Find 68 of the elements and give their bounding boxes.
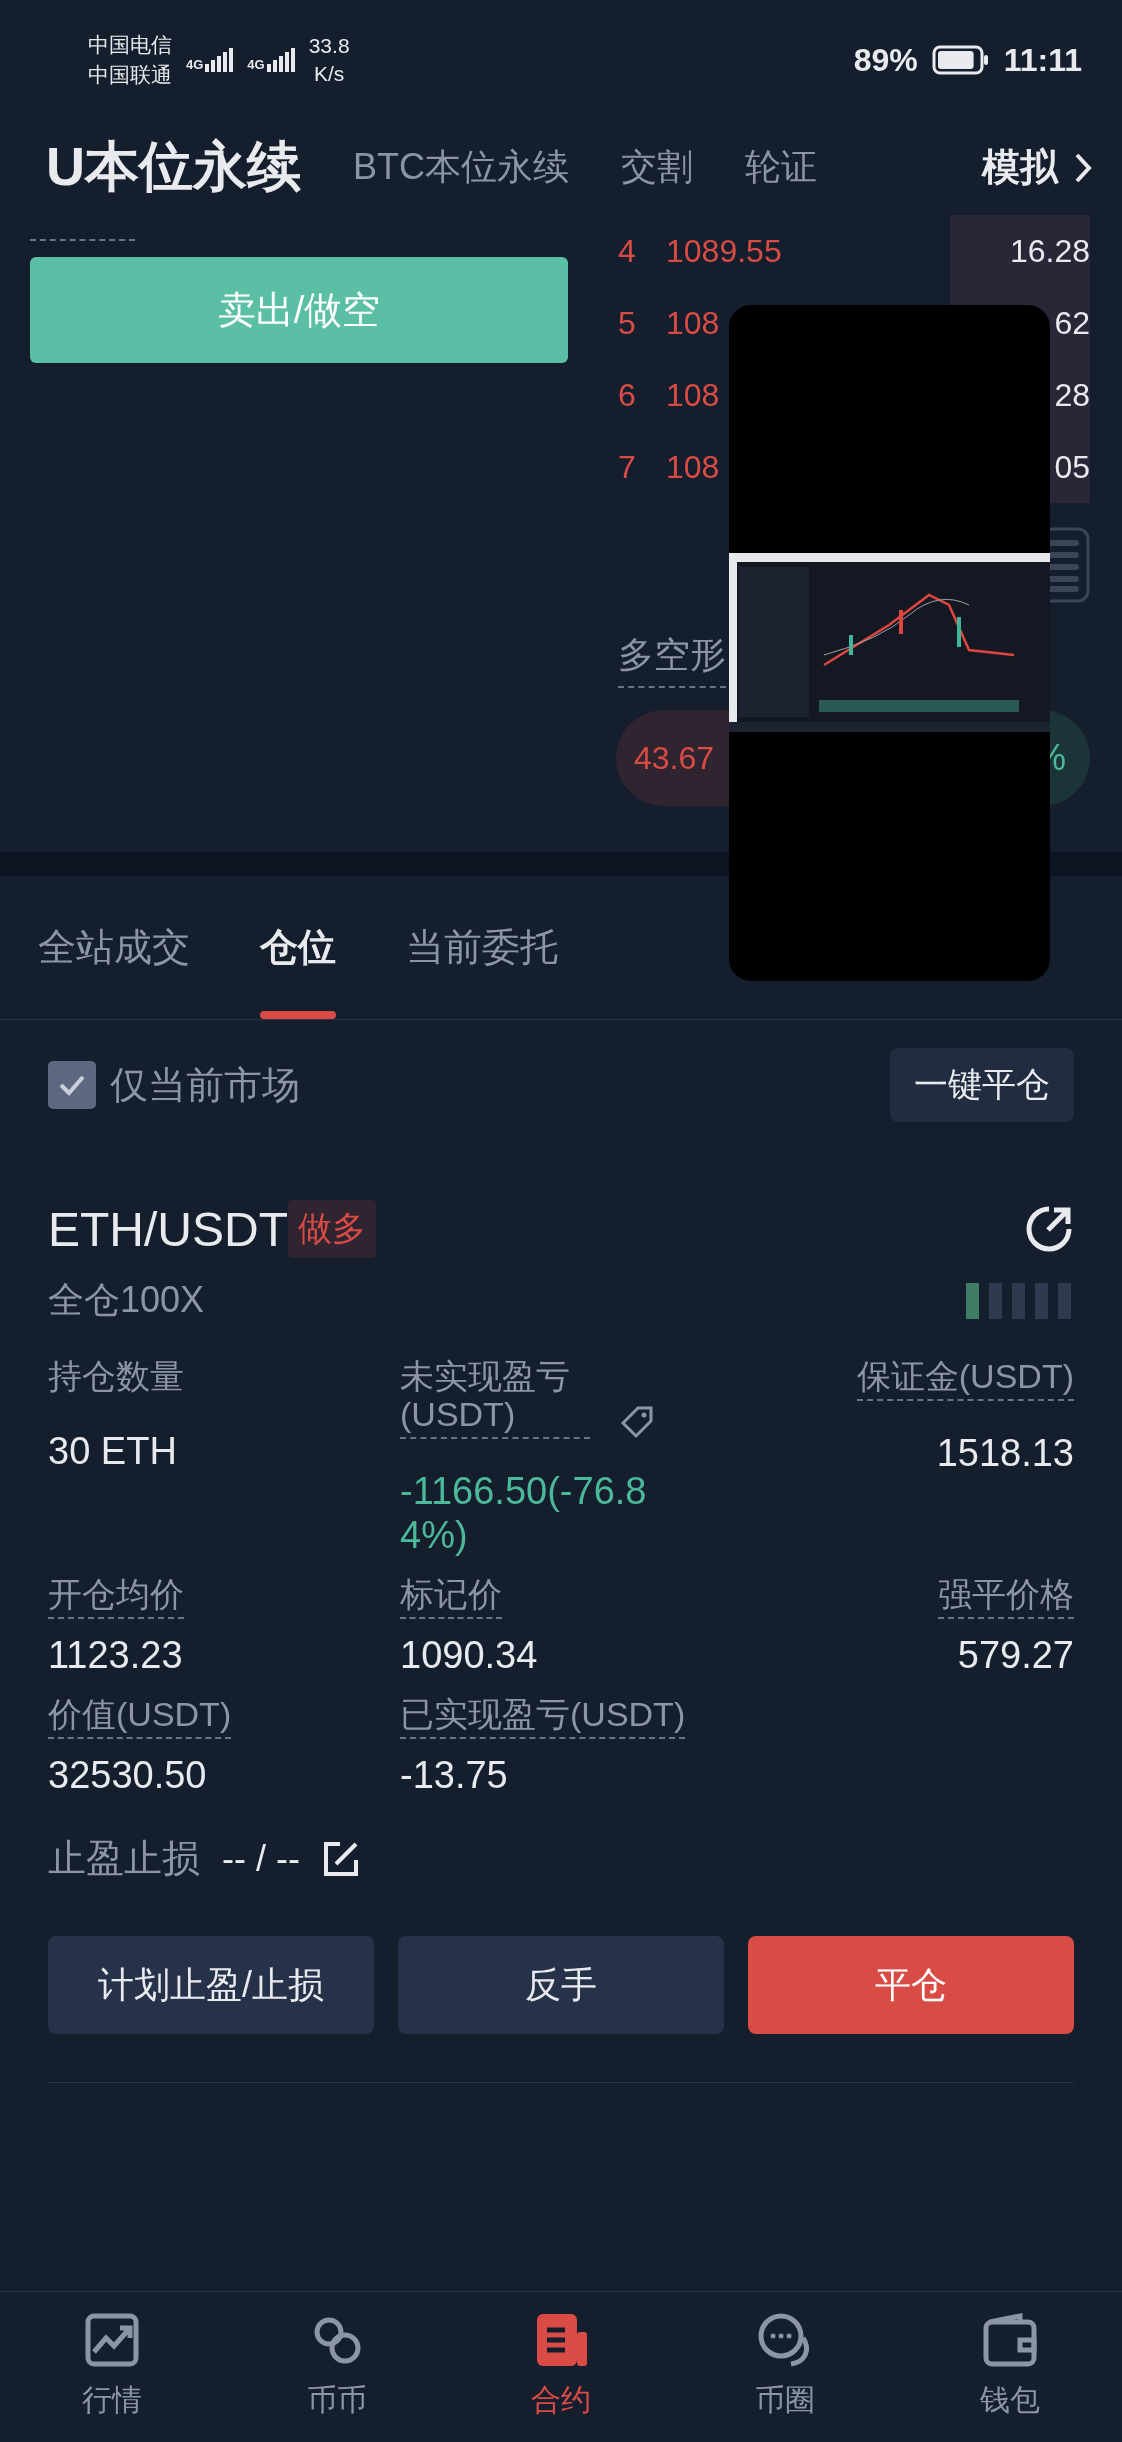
field-value: 1123.23	[48, 1633, 183, 1677]
close-all-button[interactable]: 一键平仓	[890, 1048, 1074, 1122]
battery-icon	[931, 45, 990, 75]
edit-icon[interactable]	[321, 1839, 360, 1878]
order-amount: 05	[1054, 448, 1090, 486]
speed-unit: K/s	[313, 61, 345, 87]
order-price: 108	[666, 448, 720, 486]
clock: 11:11	[1003, 41, 1082, 79]
action-button[interactable]: 反手	[398, 1936, 724, 2034]
checkbox[interactable]	[48, 1061, 96, 1109]
order-index: 6	[617, 376, 637, 414]
checkbox-label: 仅当前市场	[110, 1062, 300, 1108]
order-amount: 28	[1054, 376, 1090, 414]
risk-meter-icon	[966, 1282, 1074, 1319]
field-label: 未实现盈亏(USDT)	[400, 1357, 590, 1439]
order-amount: 16.28	[1009, 232, 1090, 270]
field-value: 32530.50	[48, 1753, 207, 1797]
simulate-link[interactable]: 模拟	[982, 142, 1058, 193]
section-tab[interactable]: 全站成交	[38, 876, 190, 1019]
nav-tab[interactable]: 钱包	[897, 2292, 1122, 2442]
carrier-name: 中国电信	[88, 32, 172, 58]
field-label: 开仓均价	[48, 1575, 184, 1619]
chevron-right-icon[interactable]	[1074, 151, 1092, 184]
section-tab[interactable]: 当前委托	[406, 876, 558, 1019]
order-amount: 62	[1054, 304, 1090, 342]
tp-sl-label: 止盈止损	[48, 1836, 200, 1881]
order-index: 4	[617, 232, 637, 270]
field-value: 1090.34	[400, 1633, 538, 1677]
field-label: 标记价	[400, 1575, 502, 1619]
network-type: 4G	[247, 57, 265, 72]
nav-tab[interactable]: 合约	[448, 2292, 674, 2442]
market-tab[interactable]: 交割	[621, 143, 693, 192]
field-value: 30 ETH	[48, 1429, 177, 1473]
field-label: 价值(USDT)	[48, 1695, 232, 1739]
market-tab[interactable]: BTC本位永续	[353, 143, 569, 192]
field-label: 保证金(USDT)	[856, 1357, 1074, 1401]
order-price: 108	[666, 376, 720, 414]
field-value: 579.27	[957, 1633, 1074, 1677]
battery-percent: 89%	[853, 41, 918, 79]
nav-tab[interactable]: 币圈	[673, 2292, 898, 2442]
order-index: 7	[617, 448, 637, 486]
side-badge: 做多	[288, 1200, 376, 1258]
nav-tab[interactable]: 行情	[0, 2292, 225, 2442]
long-short-label: 多空形	[618, 631, 726, 688]
carrier-name: 中国联通	[88, 62, 172, 88]
network-type: 4G	[186, 57, 204, 72]
nav-tab[interactable]: 币币	[224, 2292, 449, 2442]
field-label: 已实现盈亏(USDT)	[400, 1695, 686, 1739]
market-tab[interactable]: U本位永续	[46, 131, 301, 204]
order-price: 1089.55	[666, 232, 782, 270]
field-value: -1166.50(-76.84%)	[400, 1469, 648, 1557]
share-icon[interactable]	[1024, 1204, 1074, 1254]
market-tab[interactable]: 轮证	[745, 143, 817, 192]
action-button[interactable]: 计划止盈/止损	[48, 1936, 374, 2034]
order-index: 5	[617, 304, 637, 342]
field-label: 强平价格	[938, 1575, 1074, 1619]
field-value: 1518.13	[936, 1431, 1074, 1475]
section-tab[interactable]: 仓位	[260, 876, 336, 1019]
network-speed: 33.8	[308, 33, 350, 59]
field-value: -13.75	[400, 1753, 508, 1797]
margin-mode: 全仓100X	[48, 1278, 205, 1322]
field-label: 持仓数量	[48, 1357, 184, 1397]
order-price: 108	[666, 304, 720, 342]
action-button[interactable]: 平仓	[748, 1936, 1074, 2034]
tag-icon[interactable]	[620, 1405, 654, 1439]
tp-sl-value: -- / --	[222, 1837, 300, 1880]
symbol: ETH/USDT	[48, 1201, 288, 1257]
check-icon	[58, 1074, 86, 1096]
